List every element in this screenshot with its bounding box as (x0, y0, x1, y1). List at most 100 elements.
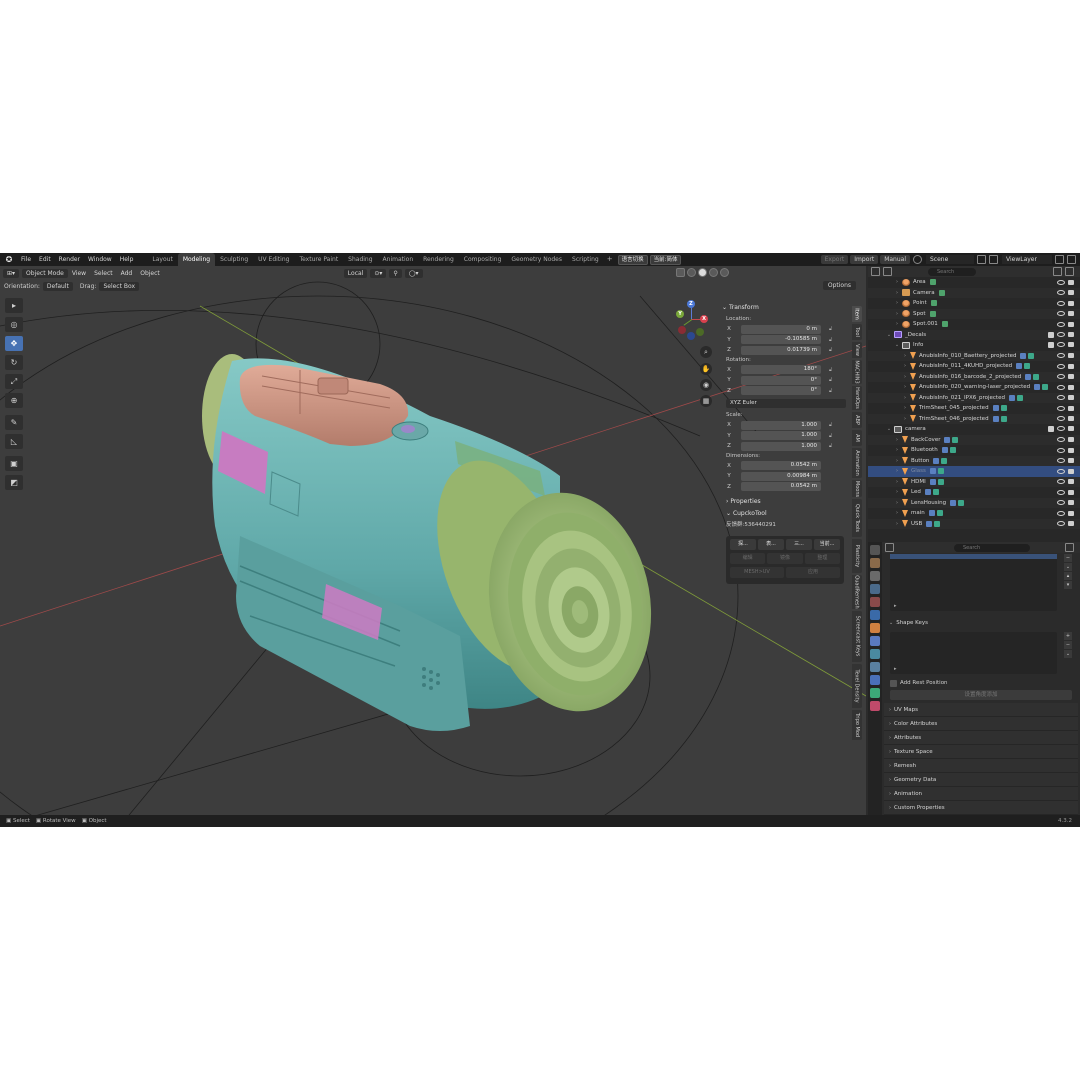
outliner-row[interactable]: › Camera (868, 287, 1080, 298)
tab-layout[interactable]: Layout (147, 253, 177, 266)
tab-texture-paint[interactable]: Texture Paint (294, 253, 343, 266)
cursor-tool-icon[interactable]: ◎ (5, 317, 23, 332)
visibility-eye-icon[interactable] (1057, 363, 1065, 369)
lock-icon[interactable]: 🔓︎ (829, 422, 837, 428)
tab-scripting[interactable]: Scripting (567, 253, 604, 266)
visibility-eye-icon[interactable] (1057, 479, 1065, 485)
menu-select[interactable]: Select (90, 270, 117, 277)
data-tab-icon[interactable] (870, 688, 880, 698)
visibility-eye-icon[interactable] (1057, 500, 1065, 506)
menu-object[interactable]: Object (136, 270, 164, 277)
outliner-row[interactable]: › Glass (868, 466, 1080, 477)
sidebar-tab-tripo-mod[interactable]: Tripo Mod (852, 709, 862, 741)
outliner-row[interactable]: › TrimSheet_046_projected (868, 413, 1080, 424)
visibility-eye-icon[interactable] (1057, 342, 1065, 348)
render-camera-icon[interactable] (1068, 300, 1074, 306)
outliner-item-name[interactable]: TrimSheet_045_projected (919, 405, 989, 411)
lock-icon[interactable]: 🔓︎ (829, 388, 837, 394)
expand-arrow-icon[interactable]: ⌄ (894, 342, 900, 348)
add-rest-position-checkbox[interactable] (890, 679, 897, 687)
visibility-eye-icon[interactable] (1057, 353, 1065, 359)
outliner-item-name[interactable]: Glass (911, 468, 926, 474)
menu-render[interactable]: Render (55, 253, 84, 266)
sidebar-tab-abp[interactable]: ABP (852, 411, 862, 428)
gizmo-x-axis[interactable]: X (700, 315, 708, 323)
cupcko-button[interactable]: 应用 (786, 567, 840, 578)
outliner-row[interactable]: › Point (868, 298, 1080, 309)
menu-edit[interactable]: Edit (35, 253, 55, 266)
outliner-item-name[interactable]: LensHousing (911, 500, 946, 506)
render-camera-icon[interactable] (1068, 290, 1074, 296)
scale-y-field[interactable]: 1.000 (741, 431, 821, 441)
visibility-eye-icon[interactable] (1057, 395, 1065, 401)
3d-viewport[interactable]: ⊞▾ Object Mode View Select Add Object Lo… (0, 266, 866, 815)
expand-arrow-icon[interactable]: ⌄ (886, 426, 892, 432)
outliner-item-name[interactable]: _Decals (905, 332, 926, 338)
rotation-z-field[interactable]: 0° (741, 386, 821, 396)
scale-z-field[interactable]: 1.000 (741, 441, 821, 451)
location-z-field[interactable]: 0.01739 m (741, 345, 821, 355)
dimensions-y-field[interactable]: 0.00984 m (741, 471, 821, 481)
manual-button[interactable]: Manual (880, 255, 910, 264)
lock-icon[interactable]: 🔓︎ (829, 433, 837, 439)
menu-view[interactable]: View (68, 270, 90, 277)
visibility-eye-icon[interactable] (1057, 290, 1065, 296)
sidebar-tab-quadremesh[interactable]: QuadRemesh (852, 574, 862, 609)
tab-uv-editing[interactable]: UV Editing (253, 253, 294, 266)
properties-editor-icon[interactable] (885, 543, 894, 552)
outliner-row[interactable]: › Spot.001 (868, 319, 1080, 330)
tab-sculpting[interactable]: Sculpting (215, 253, 253, 266)
outliner-item-name[interactable]: Spot.001 (913, 321, 938, 327)
exclude-checkbox[interactable] (1048, 342, 1054, 349)
outliner-item-name[interactable]: camera (905, 426, 926, 432)
outliner-item-name[interactable]: Bluetooth (911, 447, 938, 453)
visibility-eye-icon[interactable] (1057, 405, 1065, 411)
expand-arrow-icon[interactable]: › (894, 521, 900, 527)
new-collection-icon[interactable] (1065, 267, 1074, 276)
expand-arrow-icon[interactable]: › (894, 447, 900, 453)
visibility-eye-icon[interactable] (1057, 447, 1065, 453)
expand-arrow-icon[interactable]: › (894, 458, 900, 464)
apply-shape-button[interactable]: 设置角度添加 (890, 690, 1072, 700)
render-camera-icon[interactable] (1068, 374, 1074, 380)
transform-tool-icon[interactable]: ⊕ (5, 393, 23, 408)
dimensions-z-field[interactable]: 0.0542 m (741, 482, 821, 492)
cupcko-button[interactable]: 编辑 (730, 553, 766, 564)
outliner-item-name[interactable]: Spot (913, 311, 926, 317)
visibility-eye-icon[interactable] (1057, 311, 1065, 317)
list-down-icon[interactable]: ▾ (1064, 581, 1072, 589)
render-camera-icon[interactable] (1068, 468, 1074, 474)
rotation-mode-dropdown[interactable]: XYZ Euler (726, 399, 846, 408)
object-tab-icon[interactable] (870, 623, 880, 633)
output-tab-icon[interactable] (870, 571, 880, 581)
gizmo-neg-z[interactable] (687, 332, 695, 340)
render-camera-icon[interactable] (1068, 437, 1074, 443)
transform-panel-header[interactable]: ⌄ Transform (722, 303, 852, 313)
expand-arrow-icon[interactable]: › (902, 353, 908, 359)
outliner-row[interactable]: › AnubisInfo_010_Baettery_projected (868, 350, 1080, 361)
section-remesh[interactable]: › Remesh (884, 759, 1078, 773)
outliner-item-name[interactable]: AnubisInfo_016_barcode_2_projected (919, 374, 1021, 380)
render-camera-icon[interactable] (1068, 311, 1074, 317)
constraints-tab-icon[interactable] (870, 675, 880, 685)
world-tab-icon[interactable] (870, 610, 880, 620)
outliner-row[interactable]: › main (868, 508, 1080, 519)
exclude-checkbox[interactable] (1048, 331, 1054, 338)
visibility-eye-icon[interactable] (1057, 458, 1065, 464)
render-camera-icon[interactable] (1068, 510, 1074, 516)
location-x-field[interactable]: 0 m (741, 324, 821, 334)
snap-icon[interactable]: ⚲ (389, 268, 402, 278)
shape-keys-header[interactable]: ⌄ Shape Keys (884, 616, 1078, 630)
sidebar-tab-item[interactable]: Item (852, 306, 862, 322)
outliner-item-name[interactable]: Led (911, 489, 921, 495)
drag-dropdown[interactable]: Select Box (99, 281, 140, 291)
section-uv-maps[interactable]: › UV Maps (884, 703, 1078, 717)
sidebar-tab-screencast-keys[interactable]: Screencast Keys (852, 610, 862, 662)
menu-window[interactable]: Window (84, 253, 116, 266)
render-camera-icon[interactable] (1068, 416, 1074, 422)
menu-file[interactable]: File (17, 253, 35, 266)
shape-key-add-icon[interactable]: + (1064, 632, 1072, 640)
lock-icon[interactable]: 🔓︎ (829, 347, 837, 353)
scene-copy-icon[interactable] (977, 255, 986, 264)
current-language-button[interactable]: 当前:简体 (649, 254, 682, 265)
